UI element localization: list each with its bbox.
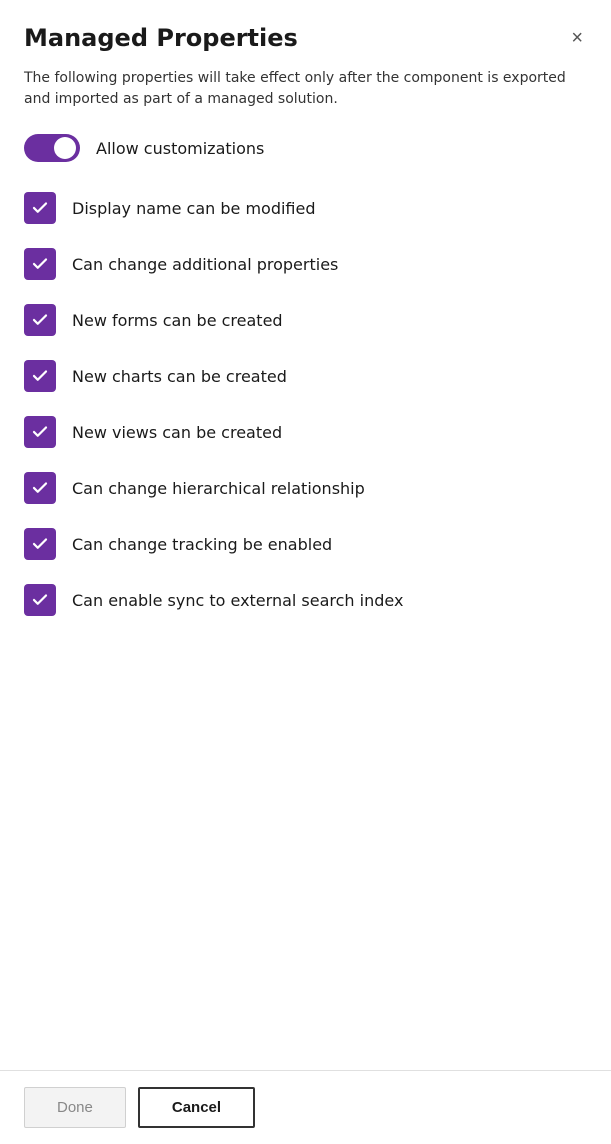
checkbox-label-1: Can change additional properties (72, 255, 338, 274)
toggle-slider (24, 134, 80, 162)
checkbox-item: New charts can be created (24, 350, 587, 402)
dialog-header: Managed Properties × (24, 24, 587, 52)
allow-customizations-toggle[interactable] (24, 134, 80, 162)
dialog-title: Managed Properties (24, 24, 298, 52)
checkbox-list: Display name can be modified Can change … (24, 182, 587, 626)
cancel-button[interactable]: Cancel (138, 1087, 255, 1128)
checkbox-label-7: Can enable sync to external search index (72, 591, 403, 610)
managed-properties-dialog: Managed Properties × The following prope… (0, 0, 611, 1070)
checkbox-box-4[interactable] (24, 416, 56, 448)
checkbox-box-3[interactable] (24, 360, 56, 392)
dialog-footer: Done Cancel (0, 1070, 611, 1144)
checkbox-box-2[interactable] (24, 304, 56, 336)
checkbox-item: Can change additional properties (24, 238, 587, 290)
checkbox-label-6: Can change tracking be enabled (72, 535, 332, 554)
dialog-description: The following properties will take effec… (24, 68, 587, 110)
checkbox-label-4: New views can be created (72, 423, 282, 442)
checkbox-label-3: New charts can be created (72, 367, 287, 386)
checkbox-label-2: New forms can be created (72, 311, 283, 330)
checkbox-box-5[interactable] (24, 472, 56, 504)
checkbox-box-6[interactable] (24, 528, 56, 560)
allow-customizations-toggle-row: Allow customizations (24, 134, 587, 162)
checkbox-item: New forms can be created (24, 294, 587, 346)
checkbox-item: Can change hierarchical relationship (24, 462, 587, 514)
checkbox-label-5: Can change hierarchical relationship (72, 479, 365, 498)
checkbox-item: Display name can be modified (24, 182, 587, 234)
toggle-label: Allow customizations (96, 139, 264, 158)
checkbox-item: Can enable sync to external search index (24, 574, 587, 626)
checkbox-item: Can change tracking be enabled (24, 518, 587, 570)
done-button[interactable]: Done (24, 1087, 126, 1128)
checkbox-label-0: Display name can be modified (72, 199, 316, 218)
checkbox-box-0[interactable] (24, 192, 56, 224)
checkbox-item: New views can be created (24, 406, 587, 458)
checkbox-box-1[interactable] (24, 248, 56, 280)
close-button[interactable]: × (567, 24, 587, 52)
checkbox-box-7[interactable] (24, 584, 56, 616)
